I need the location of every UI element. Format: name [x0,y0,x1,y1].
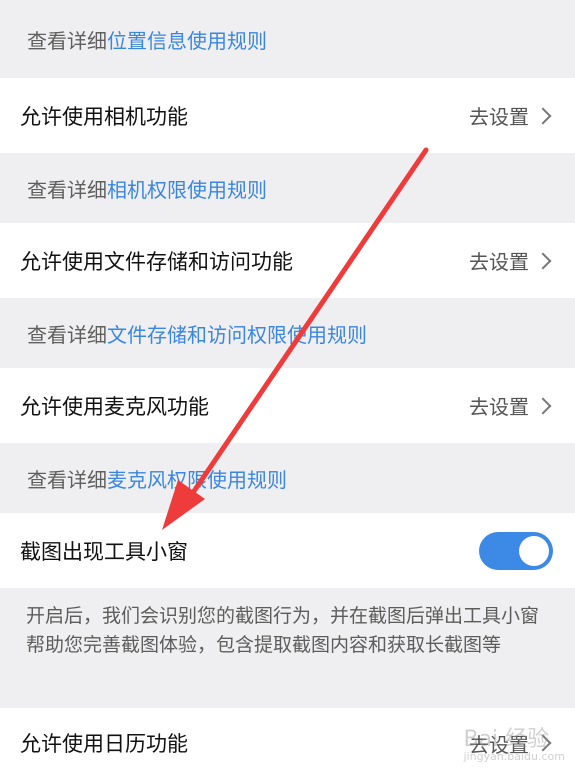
calendar-permission-label: 允许使用日历功能 [20,732,188,756]
chevron-right-icon [534,252,552,269]
location-rules-link[interactable]: 位置信息使用规则 [107,25,267,54]
storage-rules-note: 查看详细 文件存储和访问权限使用规则 [0,298,575,368]
storage-settings-button[interactable]: 去设置 [469,246,553,275]
watermark-text: Bai 经验 [463,727,550,752]
storage-permission-label: 允许使用文件存储和访问功能 [20,249,293,274]
screenshot-tool-description: 开启后，我们会识别您的截图行为，并在截图后弹出工具小窗帮助您完善截图体验，包含提… [0,588,575,708]
camera-permission-label: 允许使用相机功能 [20,104,188,129]
baidu-jingyan-watermark: Bai 经验 jingyan.baidu.com [463,721,565,763]
chevron-right-icon [534,397,552,414]
chevron-right-icon [534,107,552,124]
storage-rules-link[interactable]: 文件存储和访问权限使用规则 [107,319,367,348]
camera-rules-note: 查看详细 相机权限使用规则 [0,153,575,223]
screenshot-tool-toggle[interactable] [479,531,553,570]
note-prefix: 查看详细 [27,322,107,347]
camera-rules-link[interactable]: 相机权限使用规则 [107,174,267,203]
settings-page: 查看详细 位置信息使用规则 允许使用相机功能 去设置 查看详细 相机权限使用规则 允… [0,0,575,769]
mic-settings-button[interactable]: 去设置 [469,391,553,420]
camera-settings-button[interactable]: 去设置 [469,101,553,130]
note-prefix: 查看详细 [27,467,107,492]
mic-permission-row[interactable]: 允许使用麦克风功能 去设置 [0,368,575,443]
camera-permission-row[interactable]: 允许使用相机功能 去设置 [0,78,575,153]
screenshot-tool-label: 截图出现工具小窗 [20,539,188,564]
camera-settings-label: 去设置 [469,105,529,129]
mic-rules-link[interactable]: 麦克风权限使用规则 [107,464,287,493]
watermark-sub: jingyan.baidu.com [463,750,565,763]
note-prefix: 查看详细 [27,177,107,202]
location-rules-note: 查看详细 位置信息使用规则 [0,0,575,78]
mic-rules-note: 查看详细 麦克风权限使用规则 [0,443,575,513]
screenshot-tool-row[interactable]: 截图出现工具小窗 [0,513,575,588]
storage-settings-label: 去设置 [469,250,529,274]
mic-permission-label: 允许使用麦克风功能 [20,394,209,419]
note-prefix: 查看详细 [27,28,107,53]
storage-permission-row[interactable]: 允许使用文件存储和访问功能 去设置 [0,223,575,298]
toggle-knob [519,535,549,566]
mic-settings-label: 去设置 [469,395,529,419]
